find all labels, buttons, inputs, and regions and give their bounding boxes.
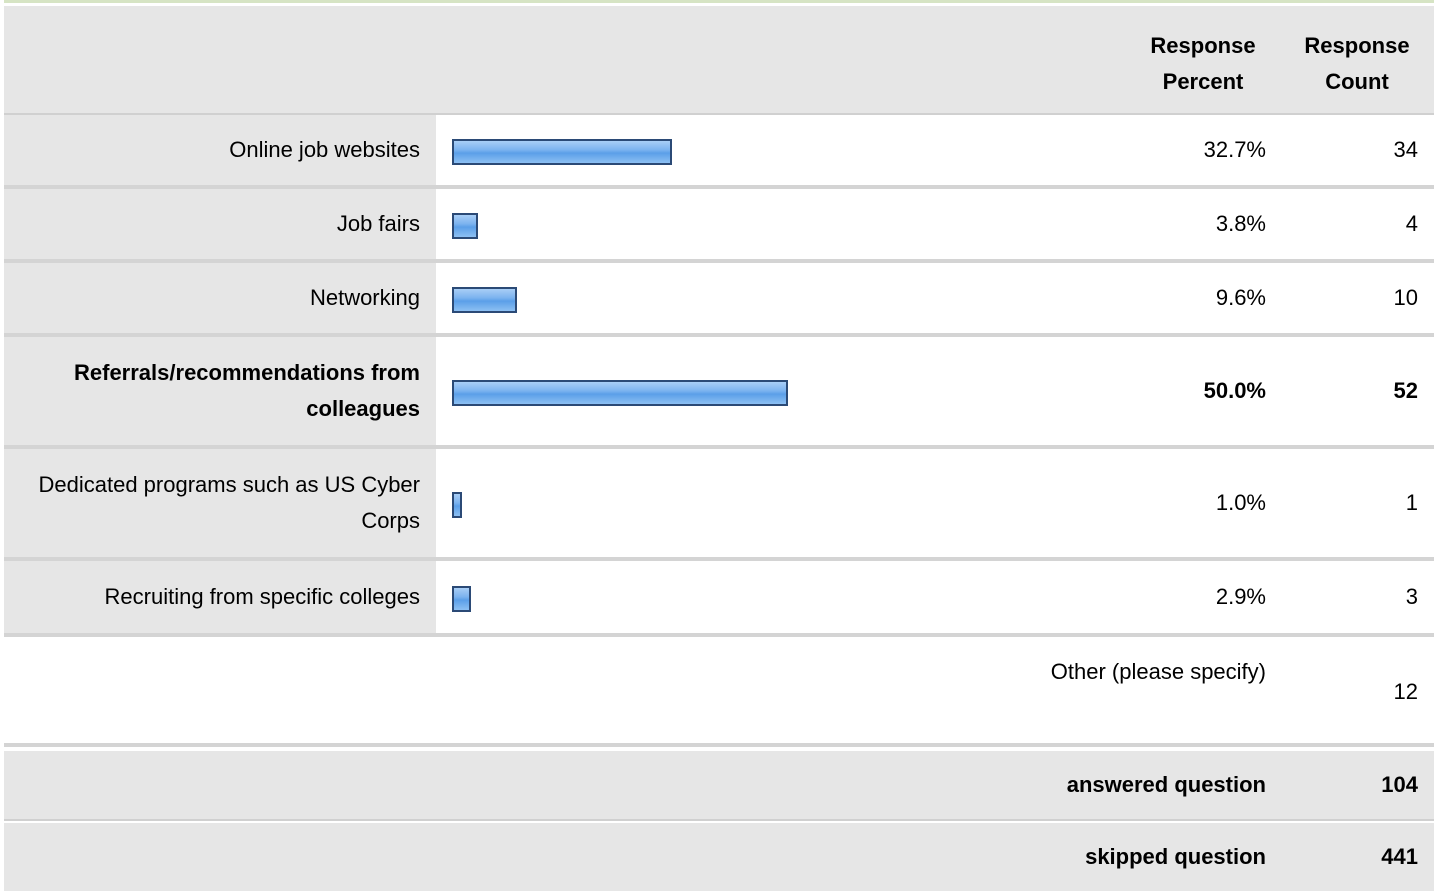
answer-label: Job fairs [4, 189, 436, 259]
response-count: 10 [1266, 263, 1418, 333]
answer-label: Referrals/recommendations from colleague… [4, 337, 436, 445]
response-count: 52 [1266, 337, 1418, 445]
response-percent-header-line1: Response [1150, 33, 1256, 58]
answer-row: Referrals/recommendations from colleague… [4, 337, 1434, 449]
response-count: 1 [1266, 449, 1418, 557]
skipped-question-row: skipped question 441 [4, 823, 1434, 891]
answered-question-label: answered question [1066, 772, 1266, 797]
response-percent: 9.6% [1136, 263, 1266, 333]
answer-label: Online job websites [4, 115, 436, 185]
answered-question-value: 104 [1381, 772, 1418, 797]
bar-cell [436, 337, 1136, 445]
skipped-question-value: 441 [1381, 844, 1418, 869]
response-count-header-line1: Response [1304, 33, 1410, 58]
other-label[interactable]: Other (please specify) [1051, 659, 1266, 685]
response-bar [452, 586, 471, 612]
response-percent: 3.8% [1136, 189, 1266, 259]
answer-row: Job fairs 3.8% 4 [4, 189, 1434, 263]
answer-label: Networking [4, 263, 436, 333]
bar-cell [436, 263, 1136, 333]
response-count-header: Response Count [1292, 28, 1422, 100]
answer-row: Networking 9.6% 10 [4, 263, 1434, 337]
bar-cell [436, 561, 1136, 633]
bar-cell [436, 189, 1136, 259]
response-percent-header: Response Percent [1136, 28, 1270, 100]
response-percent: 1.0% [1136, 449, 1266, 557]
response-bar [452, 139, 672, 165]
survey-results-table: Response Percent Response Count Online j… [4, 0, 1434, 891]
response-count-header-line2: Count [1325, 69, 1389, 94]
response-percent: 2.9% [1136, 561, 1266, 633]
response-count: 3 [1266, 561, 1418, 633]
response-percent: 32.7% [1136, 115, 1266, 185]
answer-row: Recruiting from specific colleges 2.9% 3 [4, 561, 1434, 637]
answer-label: Dedicated programs such as US Cyber Corp… [4, 449, 436, 557]
response-bar [452, 380, 788, 406]
table-header-row: Response Percent Response Count [4, 6, 1434, 115]
response-count: 34 [1266, 115, 1418, 185]
response-percent: 50.0% [1136, 337, 1266, 445]
response-bar [452, 287, 517, 313]
skipped-question-label: skipped question [1085, 844, 1266, 869]
response-percent-header-line2: Percent [1162, 69, 1244, 94]
response-count: 4 [1266, 189, 1418, 259]
answer-row: Dedicated programs such as US Cyber Corp… [4, 449, 1434, 561]
response-bar [452, 213, 478, 239]
answered-question-row: answered question 104 [4, 751, 1434, 821]
bar-cell [436, 449, 1136, 557]
answer-label: Recruiting from specific colleges [4, 561, 436, 633]
other-count: 12 [1393, 679, 1418, 704]
answer-row: Online job websites 32.7% 34 [4, 115, 1434, 189]
response-bar [452, 492, 462, 518]
other-row: Other (please specify) 12 [4, 639, 1434, 747]
bar-cell [436, 115, 1136, 185]
